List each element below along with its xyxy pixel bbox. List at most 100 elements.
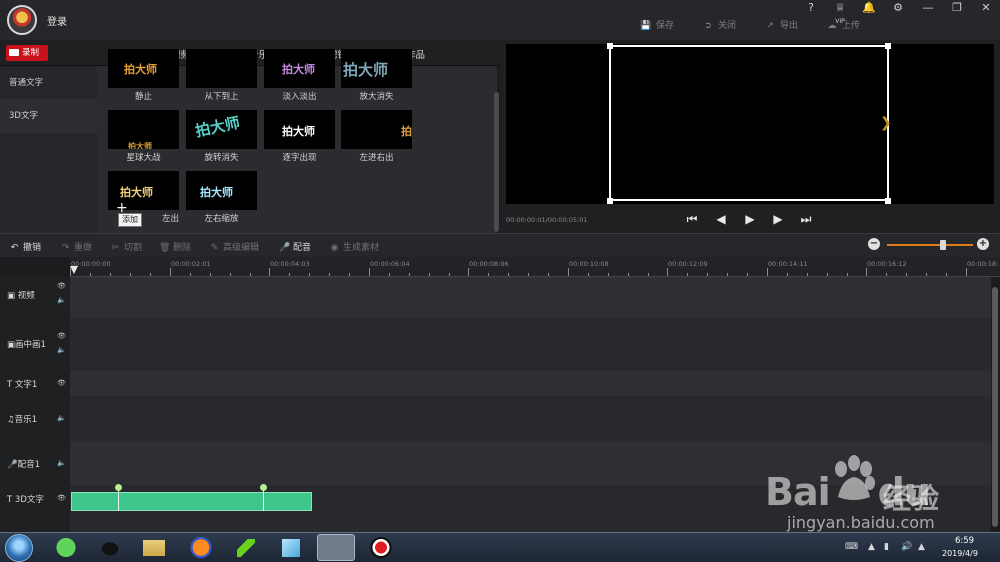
taskbar-time[interactable]: 6:59 <box>955 536 974 546</box>
effect-thumb-static[interactable]: 拍大师 <box>108 49 179 88</box>
resize-handle[interactable] <box>885 198 891 204</box>
firefox-icon[interactable] <box>182 534 220 561</box>
split-button[interactable]: ✂ 切割 <box>110 240 142 253</box>
player-icon[interactable] <box>227 534 265 561</box>
speaker-icon[interactable]: 🔈 <box>57 459 66 467</box>
next-frame-icon[interactable]: ▶ <box>770 212 786 226</box>
undo-button[interactable]: ↶ 撤销 <box>9 240 41 253</box>
save-button[interactable]: 💾 保存 <box>640 18 674 34</box>
qq-icon[interactable] <box>91 534 129 561</box>
generate-icon: ◉ <box>330 243 339 253</box>
category-normal-text[interactable]: 普通文字 <box>0 66 97 100</box>
network-icon[interactable]: ▲ <box>918 542 925 552</box>
keyboard-icon[interactable]: ⌨ <box>845 542 858 552</box>
resize-handle[interactable] <box>885 43 891 49</box>
delete-button[interactable]: 🗑 删除 <box>159 240 191 253</box>
generate-material-button[interactable]: ◉ 生成素材 <box>329 240 379 253</box>
preview-frame[interactable] <box>609 45 889 201</box>
track-header-dub: 🎤配音1 🔈 <box>0 441 70 485</box>
battery-icon[interactable]: ▮ <box>884 542 889 552</box>
effect-thumb-rotate[interactable]: 拍大师 <box>186 110 257 149</box>
keyframe-dot[interactable] <box>260 484 267 491</box>
speaker-icon[interactable]: 🔈 <box>57 346 66 354</box>
vip-icon[interactable]: ♕ VIP <box>830 1 850 25</box>
ruler-tick-label: 00:00:08:06 <box>469 260 509 268</box>
export-button[interactable]: ↗ 导出 <box>764 18 798 34</box>
zoom-slider-knob[interactable] <box>940 240 946 250</box>
upload-icon: ☁ <box>827 21 837 31</box>
prev-frame-icon[interactable]: ◀ <box>713 212 729 226</box>
app-logo-avatar[interactable] <box>7 5 37 35</box>
add-tooltip: 添加 <box>118 213 142 227</box>
resize-handle[interactable] <box>607 198 613 204</box>
zoom-slider[interactable] <box>887 244 973 246</box>
close-button[interactable]: ➲ 关闭 <box>702 18 736 34</box>
help-button[interactable]: ? <box>801 1 821 15</box>
keyframe-dot[interactable] <box>115 484 122 491</box>
text-clip[interactable] <box>71 492 312 511</box>
effect-thumb-scale[interactable]: 拍大师 <box>186 171 257 210</box>
zoom-in-icon[interactable]: + <box>977 238 989 250</box>
ruler-minor-tick <box>847 273 848 276</box>
record-button[interactable]: 录制 <box>6 45 48 61</box>
track-row-pip[interactable] <box>70 318 991 371</box>
notification-bell-icon[interactable]: 🔔 <box>859 1 879 15</box>
volume-icon[interactable]: 🔊 <box>901 542 912 552</box>
ruler-tick <box>369 268 370 276</box>
zoom-out-icon[interactable]: − <box>868 238 880 250</box>
restore-icon[interactable]: ❐ <box>947 1 967 15</box>
track-row-text1[interactable] <box>70 371 991 396</box>
ruler-minor-tick <box>488 273 489 276</box>
eye-icon[interactable]: 👁 <box>57 282 66 290</box>
ruler-tick <box>966 268 967 276</box>
playhead[interactable] <box>70 266 78 274</box>
resize-handle[interactable] <box>607 43 613 49</box>
effect-thumb-star-wars[interactable]: 拍大师 <box>108 110 179 149</box>
paidashi-taskbar-icon[interactable] <box>317 534 355 561</box>
effect-thumb-word-by-word[interactable]: 拍大师 <box>264 110 335 149</box>
effect-thumb-left-in-right-out[interactable]: 拍大师 <box>341 110 412 149</box>
eye-icon[interactable]: 👁 <box>57 379 66 387</box>
login-link[interactable]: 登录 <box>47 13 67 28</box>
track-row-music[interactable] <box>70 396 991 441</box>
close-window-icon[interactable]: ✕ <box>976 1 996 15</box>
eye-icon[interactable]: 👁 <box>57 332 66 340</box>
dub-button[interactable]: 🎤 配音 <box>279 240 311 253</box>
ruler-tick-label: 00:00:02:01 <box>171 260 211 268</box>
effect-thumb-bottom-to-top[interactable] <box>186 49 257 88</box>
eye-icon[interactable]: 👁 <box>57 494 66 502</box>
screen-record-icon[interactable] <box>362 534 400 561</box>
minimize-icon[interactable]: — <box>918 1 938 15</box>
effect-thumb-fade[interactable]: 拍大师 <box>264 49 335 88</box>
ruler-minor-tick <box>150 273 151 276</box>
microphone-icon: 🎤 <box>279 243 291 253</box>
ruler-tick-label: 00:00:16:12 <box>867 260 907 268</box>
skip-start-icon[interactable]: ⏮ <box>684 212 700 227</box>
speaker-icon[interactable]: 🔈 <box>57 296 66 304</box>
ruler-minor-tick <box>409 273 410 276</box>
play-icon[interactable]: ▶ <box>742 212 758 226</box>
redo-button[interactable]: ↷ 重做 <box>60 240 92 253</box>
ruler-minor-tick <box>548 273 549 276</box>
track-name: T 文字1 <box>7 380 38 390</box>
ruler-minor-tick <box>389 273 390 276</box>
library-scrollbar[interactable] <box>494 92 499 232</box>
upload-button[interactable]: ☁ 上传 <box>826 18 861 34</box>
speaker-icon[interactable]: 🔈 <box>57 414 66 422</box>
effect-thumb-zoom-out[interactable]: 拍大师 <box>341 49 412 88</box>
app-360-icon[interactable] <box>47 534 85 561</box>
category-3d-text[interactable]: 3D文字 <box>0 99 97 133</box>
track-name: ▣画中画1 <box>7 340 46 350</box>
skip-end-icon[interactable]: ⏭ <box>798 212 814 227</box>
settings-gear-icon[interactable]: ⚙ <box>888 1 908 15</box>
start-button[interactable] <box>5 534 33 562</box>
track-row-video[interactable] <box>70 277 991 318</box>
app-blue-icon[interactable] <box>272 534 310 561</box>
taskbar-date[interactable]: 2019/4/9 <box>942 549 978 558</box>
tray-up-arrow-icon[interactable]: ▲ <box>868 542 875 552</box>
ruler-minor-tick <box>747 273 748 276</box>
timeline-scrollbar[interactable] <box>992 287 998 527</box>
advanced-edit-button[interactable]: ✎ 高级编辑 <box>209 240 259 253</box>
folder-icon[interactable] <box>135 534 173 561</box>
track-name: ▣ 视频 <box>7 291 35 301</box>
